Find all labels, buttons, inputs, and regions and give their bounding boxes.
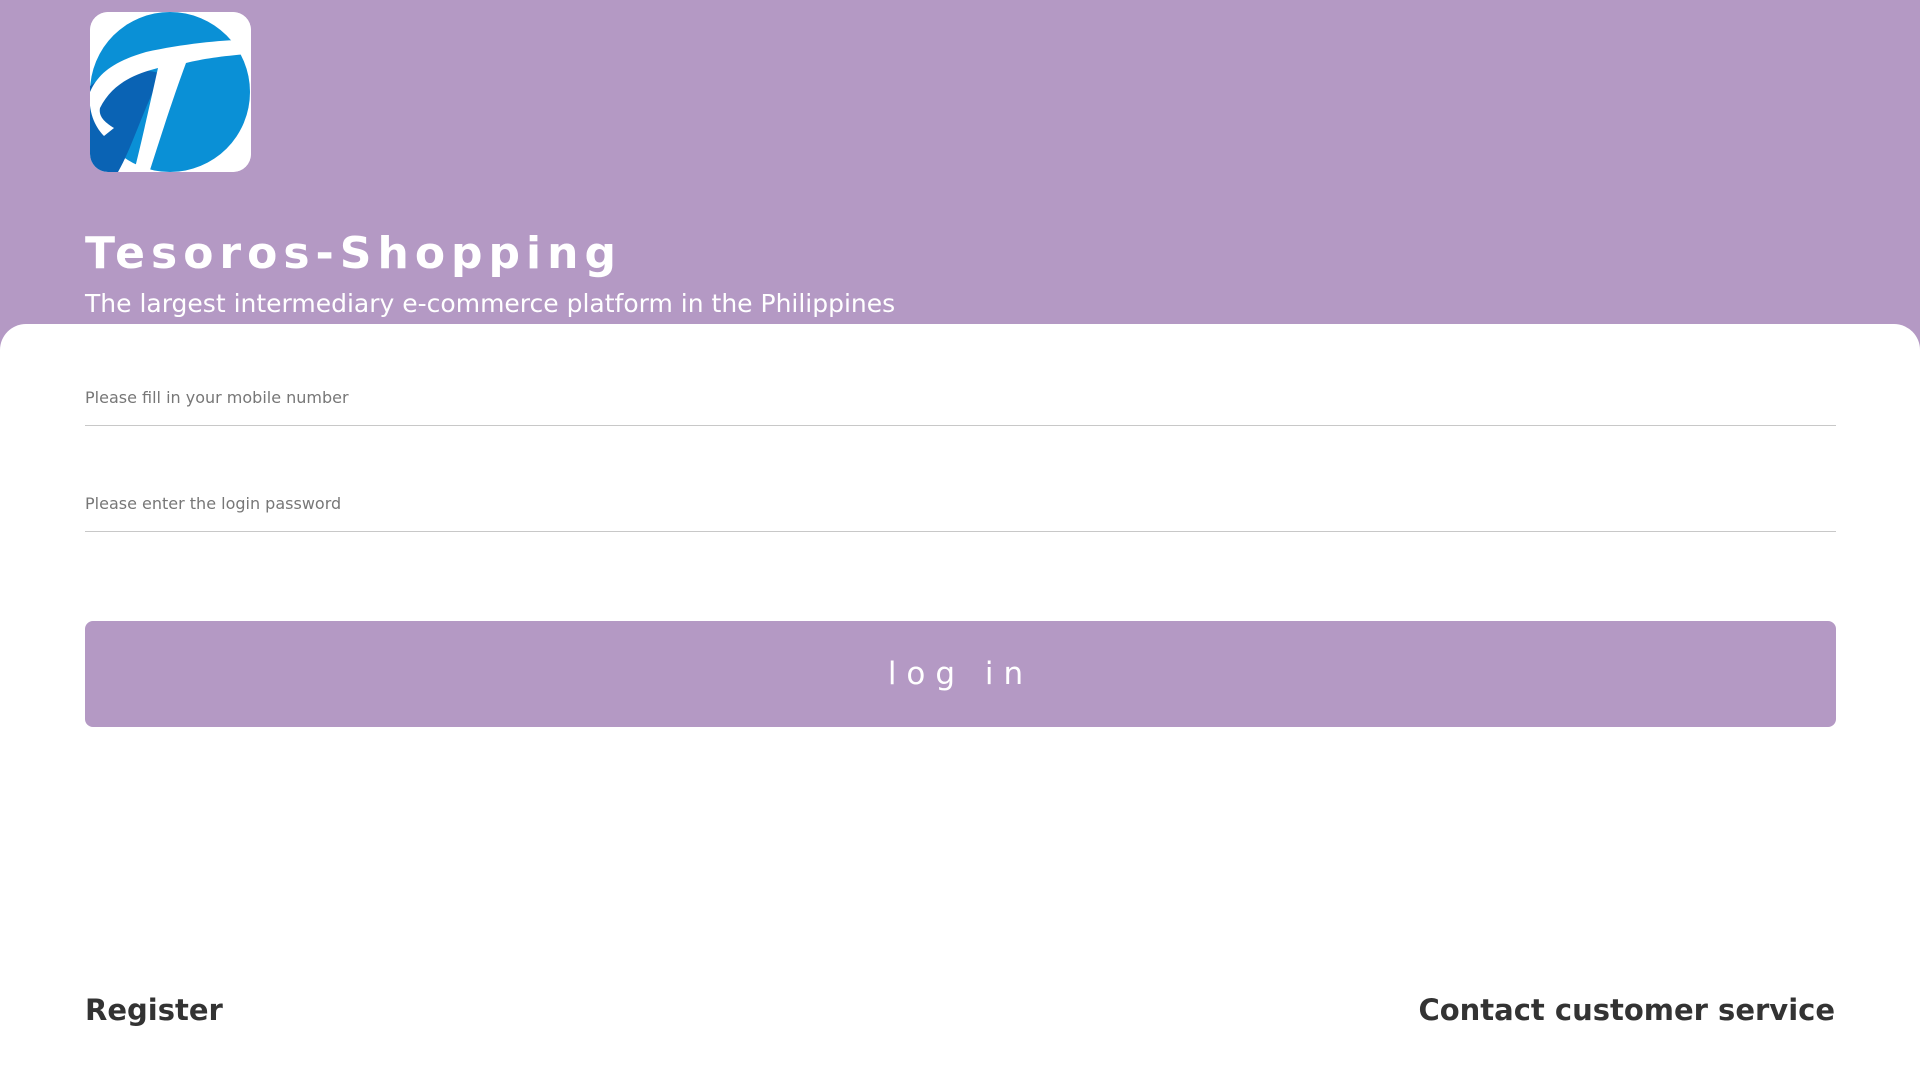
register-link[interactable]: Register — [85, 990, 223, 1030]
login-button[interactable]: log in — [85, 621, 1836, 727]
mobile-number-field[interactable] — [85, 370, 1836, 426]
header: Tesoros-Shopping The largest intermediar… — [0, 0, 1920, 340]
contact-customer-service-link[interactable]: Contact customer service — [1418, 990, 1835, 1030]
brand-subtitle: The largest intermediary e-commerce plat… — [85, 289, 896, 318]
password-input[interactable] — [85, 476, 1836, 531]
mobile-number-input[interactable] — [85, 370, 1836, 425]
password-field[interactable] — [85, 476, 1836, 532]
brand-title: Tesoros-Shopping — [85, 228, 622, 279]
tesoros-t-logo-icon — [90, 12, 251, 172]
